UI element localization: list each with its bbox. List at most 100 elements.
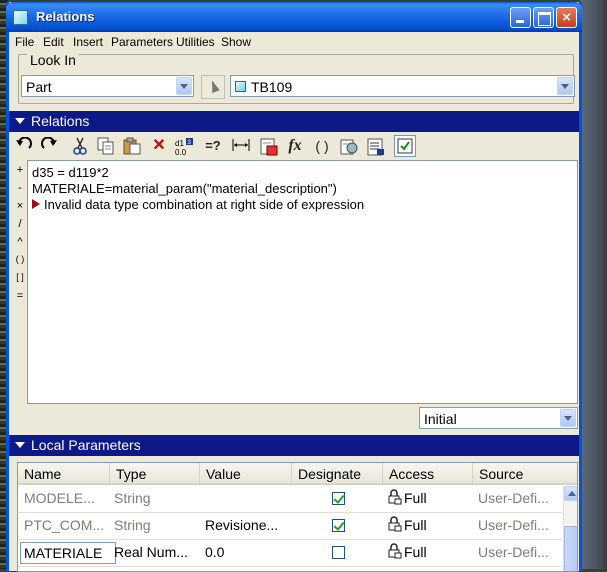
- column-header-source[interactable]: Source: [473, 463, 577, 485]
- error-arrow-icon: [32, 199, 40, 209]
- lock-icon: [388, 543, 402, 559]
- param-source: User-Defi...: [478, 517, 549, 533]
- relations-section-header[interactable]: Relations: [9, 111, 579, 132]
- cut-icon[interactable]: [69, 135, 91, 157]
- table-scrollbar[interactable]: [563, 486, 577, 571]
- window-icon: [13, 10, 28, 25]
- undo-icon[interactable]: [13, 135, 35, 157]
- display-icon[interactable]: [365, 135, 387, 157]
- relations-toolbar: ✕ d1 3 0.0 =? fx ( ): [11, 133, 579, 159]
- maximize-button[interactable]: [533, 7, 554, 28]
- look-in-label: Look In: [27, 52, 79, 68]
- operator-brackets[interactable]: [ ]: [14, 272, 26, 282]
- menu-insert[interactable]: Insert: [73, 35, 103, 49]
- look-in-model-select[interactable]: TB109: [230, 75, 575, 97]
- look-in-type-value: Part: [26, 79, 52, 95]
- table-row[interactable]: PTC_COM... String Revisione... Full User…: [18, 513, 562, 540]
- column-header-value[interactable]: Value: [200, 463, 292, 485]
- scroll-thumb[interactable]: [564, 526, 577, 571]
- collapse-icon: [15, 442, 25, 448]
- operator-divide[interactable]: /: [14, 218, 26, 230]
- error-line: Invalid data type combination at right s…: [32, 197, 364, 212]
- sort-icon[interactable]: [338, 135, 360, 157]
- param-access: Full: [404, 490, 427, 506]
- param-name: PTC_COM...: [24, 517, 105, 533]
- window-title: Relations: [36, 9, 95, 24]
- operator-multiply[interactable]: ×: [14, 200, 26, 212]
- param-access: Full: [404, 544, 427, 560]
- operator-equals[interactable]: =: [14, 290, 26, 302]
- operator-power[interactable]: ^: [14, 236, 26, 248]
- menu-parameters[interactable]: Parameters: [111, 35, 173, 49]
- column-header-access[interactable]: Access: [383, 463, 473, 485]
- operator-parentheses[interactable]: ( ): [14, 254, 26, 264]
- relations-editor[interactable]: d35 = d119*2 MATERIALE=material_param("m…: [27, 160, 578, 404]
- look-in-type-select[interactable]: Part: [21, 75, 194, 97]
- insert-parameter-icon[interactable]: [258, 135, 280, 157]
- menu-file[interactable]: File: [15, 35, 34, 49]
- designate-checkbox[interactable]: [332, 546, 345, 559]
- copy-icon[interactable]: [95, 135, 117, 157]
- operator-plus[interactable]: +: [14, 164, 26, 176]
- chevron-down-icon[interactable]: [176, 77, 192, 95]
- menu-utilities[interactable]: Utilities: [176, 35, 215, 49]
- svg-text:0.0: 0.0: [175, 148, 187, 157]
- param-access: Full: [404, 517, 427, 533]
- operator-palette: + - × / ^ ( ) [ ] =: [12, 160, 27, 400]
- scroll-up-icon[interactable]: [564, 486, 577, 501]
- table-row[interactable]: MODELE... String Full User-Defi...: [18, 486, 562, 513]
- table-row[interactable]: Real Num... 0.0 Full User-Defi...: [18, 540, 562, 567]
- local-parameters-header-label: Local Parameters: [31, 437, 141, 453]
- menu-bar: File Edit Insert Parameters Utilities Sh…: [9, 32, 579, 53]
- close-button[interactable]: ×: [556, 7, 577, 28]
- designate-checkbox[interactable]: [332, 519, 345, 532]
- svg-text:d1: d1: [175, 139, 184, 148]
- param-source: User-Defi...: [478, 490, 549, 506]
- relations-dialog: Relations × File Edit Insert Parameters …: [6, 2, 582, 572]
- background-app-right: [580, 0, 607, 569]
- chevron-down-icon[interactable]: [560, 409, 576, 427]
- units-icon[interactable]: [230, 135, 252, 157]
- param-value[interactable]: 0.0: [205, 544, 291, 560]
- param-type: String: [114, 490, 151, 506]
- parentheses-icon[interactable]: ( ): [311, 135, 333, 157]
- evaluate-icon[interactable]: =?: [202, 135, 224, 157]
- minimize-button[interactable]: [510, 7, 531, 28]
- column-header-name[interactable]: Name: [18, 463, 110, 485]
- relations-header-label: Relations: [31, 113, 90, 129]
- verify-icon[interactable]: [394, 135, 416, 157]
- param-name: MODELE...: [24, 490, 95, 506]
- param-type: Real Num...: [114, 544, 188, 560]
- delete-icon[interactable]: ✕: [148, 135, 170, 157]
- param-source: User-Defi...: [478, 544, 549, 560]
- sort-order-select[interactable]: Initial: [419, 407, 578, 429]
- relation-line: MATERIALE=material_param("material_descr…: [32, 181, 337, 196]
- error-message: Invalid data type combination at right s…: [44, 197, 365, 212]
- sort-order-value: Initial: [424, 411, 457, 427]
- look-in-model-value: TB109: [251, 79, 293, 95]
- menu-show[interactable]: Show: [221, 35, 251, 49]
- title-bar[interactable]: Relations ×: [6, 2, 582, 32]
- select-model-button[interactable]: [201, 75, 225, 99]
- local-parameters-section-header[interactable]: Local Parameters: [9, 435, 579, 456]
- param-name-input[interactable]: [20, 542, 116, 564]
- param-value[interactable]: Revisione...: [205, 517, 291, 533]
- operator-minus[interactable]: -: [14, 182, 26, 194]
- designate-checkbox[interactable]: [332, 492, 345, 505]
- menu-edit[interactable]: Edit: [43, 35, 64, 49]
- column-header-type[interactable]: Type: [110, 463, 200, 485]
- lock-icon: [388, 489, 402, 505]
- part-icon: [235, 81, 246, 92]
- redo-icon[interactable]: [38, 135, 60, 157]
- paste-icon[interactable]: [121, 135, 143, 157]
- close-icon: ×: [562, 9, 571, 26]
- show-dimension-icon[interactable]: d1 3 0.0: [173, 135, 195, 157]
- chevron-down-icon[interactable]: [557, 77, 573, 95]
- function-icon[interactable]: fx: [284, 135, 306, 157]
- parameters-table: Name Type Value Designate Access Source …: [17, 462, 578, 572]
- collapse-icon: [15, 118, 25, 124]
- column-header-designate[interactable]: Designate: [292, 463, 383, 485]
- lock-icon: [388, 516, 402, 532]
- param-type: String: [114, 517, 151, 533]
- relation-line: d35 = d119*2: [32, 165, 109, 180]
